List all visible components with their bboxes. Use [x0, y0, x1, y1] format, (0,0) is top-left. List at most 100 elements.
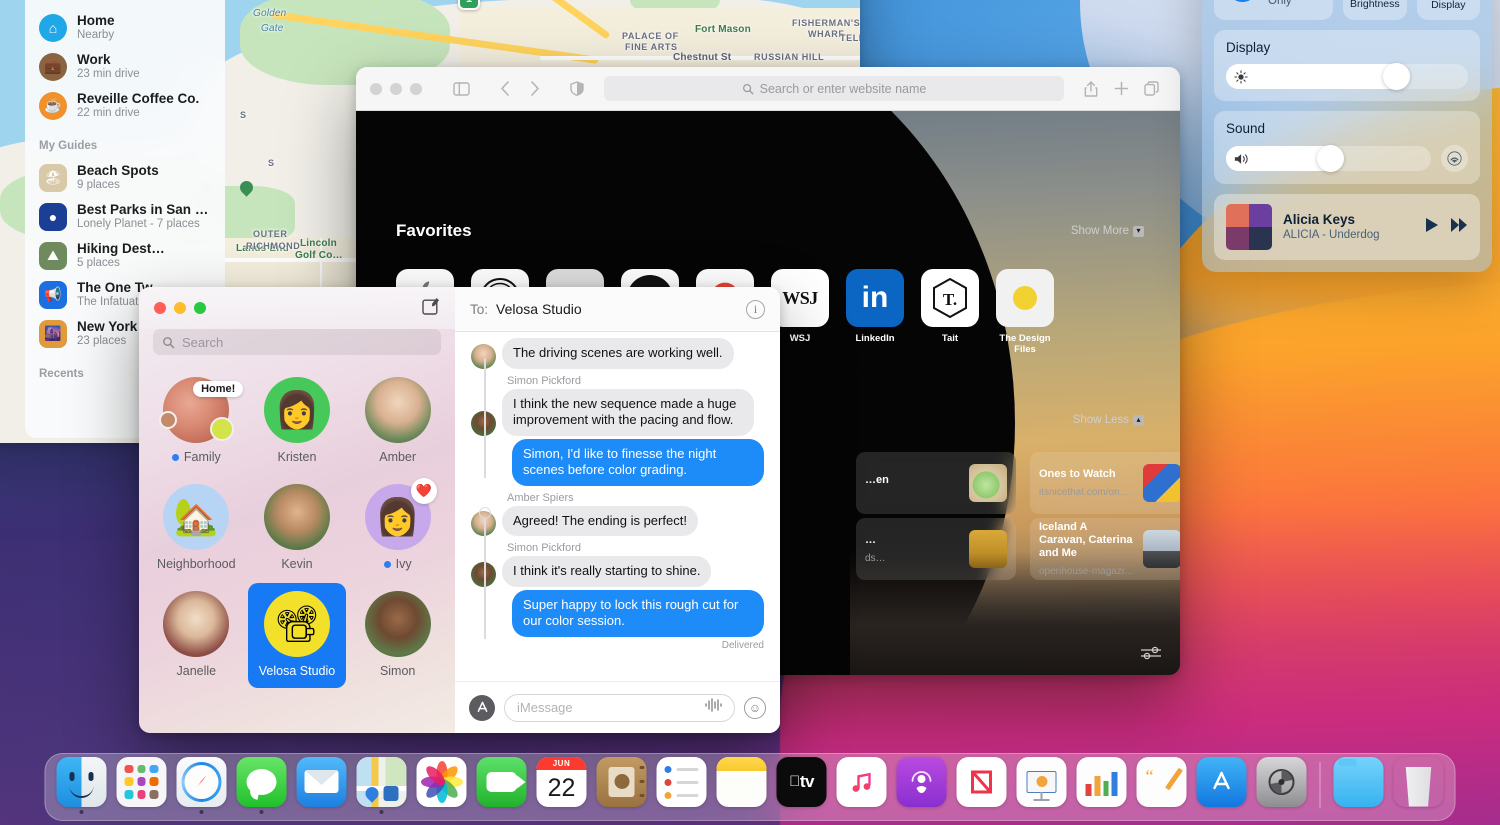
maps-favorite-item[interactable]: ☕ Reveille Coffee Co. 22 min drive: [25, 86, 225, 125]
show-more-button[interactable]: Show More ▾: [1071, 225, 1144, 237]
new-tab-icon[interactable]: [1106, 76, 1136, 102]
dock-item-mail[interactable]: [295, 756, 349, 814]
messages-window[interactable]: Search Home! Family 👩 Kristen Amber 🏡 Neighbor…: [139, 287, 780, 733]
dock-item-facetime[interactable]: [475, 756, 529, 814]
dock-item-keynote[interactable]: [1015, 756, 1069, 814]
control-center[interactable]: AirDrop Contacts Only Keyboard Brightnes…: [1202, 0, 1492, 272]
sound-block[interactable]: Sound: [1214, 111, 1480, 184]
safari-address-bar[interactable]: Search or enter website name: [604, 76, 1064, 101]
dock-item-trash[interactable]: [1392, 757, 1446, 814]
message-bubble[interactable]: I think it's really starting to shine.: [502, 556, 712, 587]
dock-item-safari[interactable]: [175, 756, 229, 814]
info-icon[interactable]: i: [746, 299, 765, 319]
message-input[interactable]: iMessage: [504, 693, 735, 722]
show-less-button[interactable]: Show Less ▴: [1073, 414, 1144, 426]
favorites-section-title: Favorites: [396, 221, 472, 240]
share-icon[interactable]: [1076, 76, 1106, 102]
sound-volume-slider[interactable]: [1226, 145, 1431, 172]
display-slider-knob[interactable]: [1383, 63, 1411, 90]
safari-favorite-item[interactable]: The Design Files: [996, 269, 1054, 355]
safari-favorite-item[interactable]: T. Tait: [921, 269, 979, 355]
safari-toolbar[interactable]: Search or enter website name: [356, 67, 1180, 111]
airplay-audio-icon[interactable]: [1441, 145, 1468, 172]
dock-item-numbers[interactable]: [1075, 756, 1129, 814]
tab-overview-icon[interactable]: [1136, 76, 1166, 102]
dock-item-finder[interactable]: [55, 756, 109, 814]
now-playing-block[interactable]: Alicia Keys ALICIA - Underdog: [1214, 194, 1480, 260]
maps-guide-item[interactable]: ⛰ Hiking Dest… 5 places: [25, 236, 225, 275]
maps-favorite-item[interactable]: 💼 Work 23 min drive: [25, 47, 225, 86]
dock-item-maps[interactable]: [355, 756, 409, 814]
message-bubble[interactable]: I think the new sequence made a huge imp…: [502, 388, 754, 436]
dock-item-syspref[interactable]: [1255, 756, 1309, 814]
dock-item-folder[interactable]: [1332, 756, 1386, 814]
play-icon[interactable]: [1424, 217, 1439, 238]
dock-item-appstore[interactable]: [1195, 756, 1249, 814]
airdrop-tile[interactable]: AirDrop Contacts Only: [1214, 0, 1334, 20]
sound-slider-knob[interactable]: [1316, 145, 1344, 172]
reading-list-card[interactable]: …en: [856, 452, 1016, 514]
close-button[interactable]: [154, 302, 166, 314]
conversation-item[interactable]: 👩 Kristen: [248, 369, 347, 474]
maps-favorite-item[interactable]: ⌂ Home Nearby: [25, 8, 225, 47]
reading-list-card[interactable]: … ds…: [856, 518, 1016, 580]
conversation-item[interactable]: Simon: [348, 583, 447, 688]
messages-traffic-lights[interactable]: [154, 302, 206, 314]
keyboard-brightness-tile[interactable]: Keyboard Brightness: [1343, 0, 1407, 20]
forward-icon[interactable]: [1450, 217, 1468, 238]
zoom-button[interactable]: [410, 82, 422, 95]
dock-item-podcasts[interactable]: [895, 756, 949, 814]
display-brightness-slider[interactable]: [1226, 63, 1468, 90]
conversation-item[interactable]: Amber: [348, 369, 447, 474]
dock-item-music[interactable]: [835, 756, 889, 814]
conversation-item[interactable]: 👩 ❤️ Ivy: [348, 476, 447, 581]
dock-item-tv[interactable]: tv: [775, 756, 829, 814]
minimize-button[interactable]: [390, 82, 402, 95]
dock-item-news[interactable]: [955, 756, 1009, 814]
sidebar-icon[interactable]: [446, 76, 476, 102]
maps-guide-item[interactable]: ● Best Parks in San Fra…Lonely Planet - 7…: [25, 197, 225, 236]
message-thread[interactable]: The driving scenes are working well. Simo…: [455, 332, 780, 681]
dock-item-messages[interactable]: [235, 756, 289, 814]
message-compose-bar[interactable]: iMessage ☺: [455, 681, 780, 733]
appstore-icon[interactable]: [469, 694, 495, 721]
dock-item-notes[interactable]: [715, 756, 769, 814]
back-icon[interactable]: [490, 76, 520, 102]
dock-item-reminders[interactable]: [655, 756, 709, 814]
audio-waveform-icon[interactable]: [704, 698, 722, 717]
safari-traffic-lights[interactable]: [370, 82, 422, 95]
dock-item-launchpad[interactable]: [115, 756, 169, 814]
messages-conversation[interactable]: To: Velosa Studio i The driving scenes a…: [455, 287, 780, 733]
conversation-item[interactable]: 📽 Velosa Studio: [247, 583, 347, 688]
reading-list-card[interactable]: Ones to Watch itsnicethat.com/ones…: [1030, 452, 1180, 514]
message-bubble[interactable]: The driving scenes are working well.: [502, 338, 734, 369]
airplay-display-tile[interactable]: AirPlay Display: [1416, 0, 1480, 20]
maps-guide-item[interactable]: 🏖 Beach Spots 9 places: [25, 158, 225, 197]
conversation-item[interactable]: Janelle: [147, 583, 246, 688]
forward-icon[interactable]: [520, 76, 550, 102]
message-bubble[interactable]: Agreed! The ending is perfect!: [502, 505, 698, 536]
conversation-item[interactable]: 🏡 Neighborhood: [147, 476, 246, 581]
emoji-icon[interactable]: ☺: [744, 696, 766, 719]
reading-list-card[interactable]: Iceland A Caravan, Caterina and Me openho…: [1030, 518, 1180, 580]
dock-item-contacts[interactable]: [595, 756, 649, 814]
dock-item-calendar[interactable]: JUN 22: [535, 756, 589, 814]
message-bubble[interactable]: Simon, I'd like to finesse the night sce…: [512, 438, 764, 486]
sliders-icon[interactable]: [1140, 645, 1162, 661]
to-recipient[interactable]: Velosa Studio: [496, 301, 582, 317]
conversation-item[interactable]: Kevin: [248, 476, 347, 581]
close-button[interactable]: [370, 82, 382, 95]
dock-item-pages[interactable]: “: [1135, 756, 1189, 814]
privacy-report-icon[interactable]: [562, 76, 592, 102]
safari-favorite-item[interactable]: in LinkedIn: [846, 269, 904, 355]
compose-icon[interactable]: [422, 297, 440, 320]
messages-sidebar[interactable]: Search Home! Family 👩 Kristen Amber 🏡 Neighbor…: [139, 287, 455, 733]
dock[interactable]: JUN22 tv “: [44, 753, 1456, 821]
zoom-button[interactable]: [194, 302, 206, 314]
dock-item-photos[interactable]: [415, 756, 469, 814]
minimize-button[interactable]: [174, 302, 186, 314]
display-block[interactable]: Display: [1214, 30, 1480, 101]
conversation-item[interactable]: Home! Family: [147, 369, 246, 474]
message-bubble[interactable]: Super happy to lock this rough cut for o…: [512, 589, 764, 637]
messages-search-input[interactable]: Search: [153, 329, 441, 355]
